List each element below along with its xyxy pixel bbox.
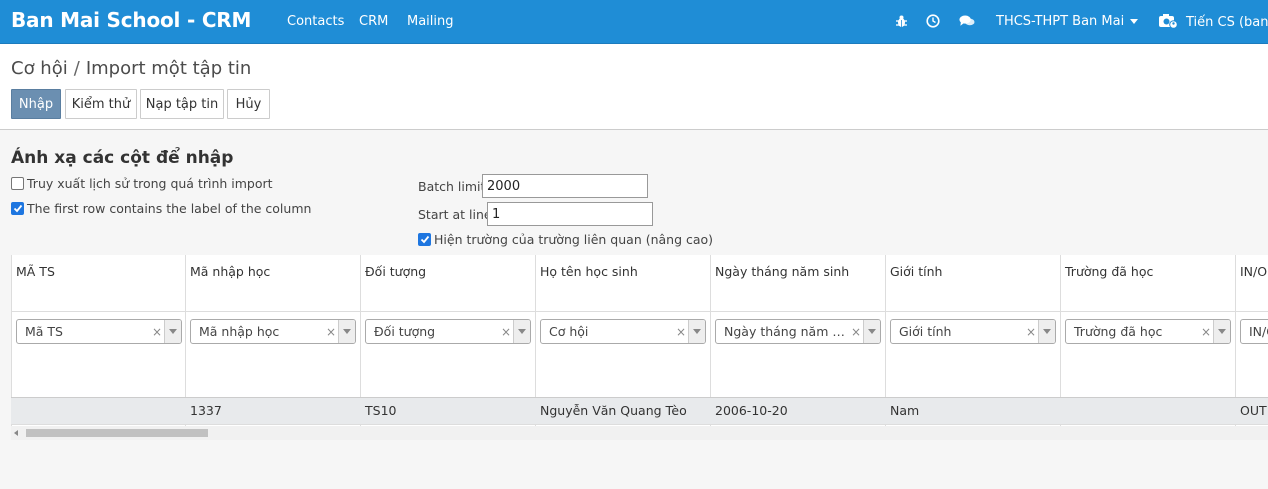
column-header: Họ tên học sinh [536, 255, 710, 312]
dropdown-arrow-icon[interactable] [1038, 320, 1055, 343]
dropdown-arrow-icon[interactable] [164, 320, 181, 343]
mapping-table: MÃ TS Mã TS × Mã nhập học Mã nhập học × Đố… [11, 255, 1268, 440]
column-header: Ngày tháng năm sinh [711, 255, 885, 312]
company-name: THCS-THPT Ban Mai [996, 14, 1125, 29]
field-select[interactable]: IN/OUT [1240, 319, 1268, 344]
field-select-value: IN/OUT [1249, 324, 1268, 339]
chat-icon[interactable] [959, 12, 975, 30]
header-row-label: The first row contains the label of the … [27, 201, 312, 216]
clear-icon[interactable]: × [674, 325, 688, 339]
nav-link-mailing[interactable]: Mailing [407, 14, 454, 29]
nav-link-crm[interactable]: CRM [359, 14, 388, 29]
field-select-value: Đối tượng [374, 324, 436, 339]
track-history-checkbox[interactable] [11, 177, 24, 190]
user-camera-icon [1158, 12, 1178, 33]
show-related-option[interactable]: Hiện trường của trường liên quan (nâng c… [418, 232, 713, 247]
bug-icon[interactable] [893, 12, 909, 30]
horizontal-scrollbar[interactable] [11, 426, 1268, 440]
table-cell: Nguyễn Văn Quang Tèo [540, 403, 687, 418]
scroll-left-icon[interactable] [14, 430, 18, 436]
breadcrumb: Cơ hội / Import một tập tin [11, 58, 251, 79]
column-header: Mã nhập học [186, 255, 360, 312]
field-select-value: Cơ hội [549, 324, 589, 339]
column-header: MÃ TS [12, 255, 185, 312]
field-select-value: Mã TS [25, 324, 63, 339]
table-cell: Nam [890, 403, 920, 418]
table-cell: 1337 [190, 403, 222, 418]
field-select[interactable]: Mã nhập học × [190, 319, 356, 344]
column-header: IN/OUT [1236, 255, 1268, 312]
clear-icon[interactable]: × [324, 325, 338, 339]
test-button[interactable]: Kiểm thử [65, 89, 137, 119]
show-related-checkbox[interactable] [418, 233, 431, 246]
track-history-label: Truy xuất lịch sử trong quá trình import [27, 176, 273, 191]
user-menu[interactable]: Tiến CS (banm [1158, 12, 1268, 33]
dropdown-arrow-icon[interactable] [1213, 320, 1230, 343]
show-related-label: Hiện trường của trường liên quan (nâng c… [434, 232, 714, 247]
table-cell: 2006-10-20 [715, 403, 788, 418]
field-select[interactable]: Mã TS × [16, 319, 182, 344]
clock-icon[interactable] [925, 12, 941, 30]
dropdown-arrow-icon[interactable] [513, 320, 530, 343]
field-select[interactable]: Trường đã học × [1065, 319, 1231, 344]
field-select[interactable]: Ngày tháng năm sinh × [715, 319, 881, 344]
table-cell: OUT [1240, 403, 1267, 418]
app-brand[interactable]: Ban Mai School - CRM [11, 8, 251, 32]
user-name: Tiến CS (banm [1186, 15, 1268, 30]
field-select-value: Mã nhập học [199, 324, 280, 339]
batch-limit-label: Batch limit [418, 179, 486, 194]
dropdown-arrow-icon[interactable] [688, 320, 705, 343]
load-file-button[interactable]: Nạp tập tin [140, 89, 224, 119]
chevron-down-icon [1130, 19, 1139, 24]
column-header: Trường đã học [1061, 255, 1235, 312]
company-switcher[interactable]: THCS-THPT Ban Mai [996, 14, 1139, 29]
clear-icon[interactable]: × [150, 325, 164, 339]
start-line-label: Start at line [418, 207, 492, 222]
field-select-value: Giới tính [899, 324, 952, 339]
field-select[interactable]: Đối tượng × [365, 319, 531, 344]
breadcrumb-parent[interactable]: Cơ hội [11, 58, 68, 79]
field-select-value: Ngày tháng năm sinh [724, 324, 849, 339]
clear-icon[interactable]: × [849, 325, 863, 339]
dropdown-arrow-icon[interactable] [338, 320, 355, 343]
header-row-option[interactable]: The first row contains the label of the … [11, 201, 311, 216]
column-header: Đối tượng [361, 255, 535, 312]
control-panel: Cơ hội / Import một tập tin Nhập Kiểm thử … [0, 44, 1268, 130]
track-history-option[interactable]: Truy xuất lịch sử trong quá trình import [11, 176, 273, 191]
import-button[interactable]: Nhập [11, 89, 61, 119]
top-navbar: Ban Mai School - CRM Contacts CRM Mailin… [0, 0, 1268, 44]
breadcrumb-separator: / [73, 58, 80, 79]
batch-limit-input[interactable] [482, 174, 648, 198]
column-header: Giới tính [886, 255, 1060, 312]
mapping-title: Ánh xạ các cột để nhập [11, 148, 234, 168]
breadcrumb-current: Import một tập tin [85, 58, 252, 79]
clear-icon[interactable]: × [499, 325, 513, 339]
checkmark-icon [420, 235, 429, 244]
field-select[interactable]: Giới tính × [890, 319, 1056, 344]
header-row-checkbox[interactable] [11, 202, 24, 215]
clear-icon[interactable]: × [1024, 325, 1038, 339]
scrollbar-thumb[interactable] [26, 429, 208, 437]
checkmark-icon [13, 204, 22, 213]
field-select[interactable]: Cơ hội × [540, 319, 706, 344]
field-select-value: Trường đã học [1074, 324, 1163, 339]
table-cell: TS10 [365, 403, 397, 418]
cancel-button[interactable]: Hủy [227, 89, 270, 119]
start-line-input[interactable] [487, 202, 653, 226]
dropdown-arrow-icon[interactable] [863, 320, 880, 343]
clear-icon[interactable]: × [1199, 325, 1213, 339]
nav-link-contacts[interactable]: Contacts [287, 14, 344, 29]
